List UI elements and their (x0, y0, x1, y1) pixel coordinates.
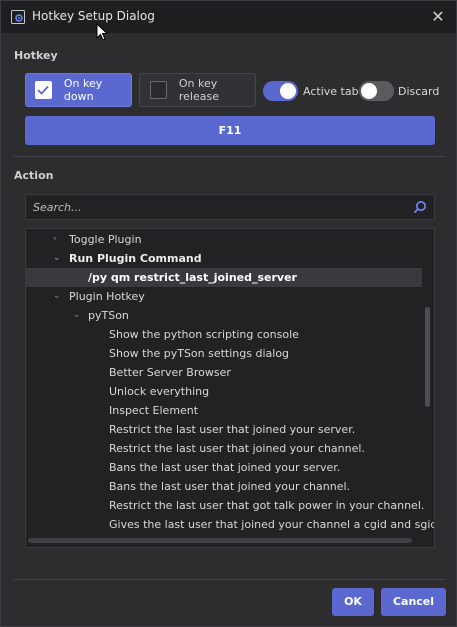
tree-item[interactable]: Restrict the last user that joined your … (26, 420, 422, 439)
search-input[interactable] (33, 199, 403, 215)
tree-item-label: Unlock everything (109, 385, 210, 398)
tree-item-label: Inspect Element (109, 404, 199, 417)
tree-item-label: Show the python scripting console (109, 328, 299, 341)
on-key-down-label: On key down (63, 77, 103, 103)
on-key-release-label: On key release (178, 77, 219, 103)
tree-item-label: Bans the last user that joined your chan… (109, 480, 351, 493)
switch-knob (280, 83, 296, 99)
on-key-release-toggle[interactable]: On key release (139, 73, 256, 107)
ok-button[interactable]: OK (332, 588, 374, 616)
section-divider (14, 156, 445, 157)
search-icon[interactable] (413, 200, 427, 214)
tree-item-label: Toggle Plugin (69, 233, 142, 246)
title-bar[interactable]: Hotkey Setup Dialog ✕ (1, 1, 456, 33)
gear-window-icon (11, 10, 25, 24)
tree-item[interactable]: Better Server Browser (26, 363, 422, 382)
tree-item[interactable]: Restrict the last user that joined your … (26, 439, 422, 458)
tree-item[interactable]: Inspect Element (26, 401, 422, 420)
action-tree[interactable]: › Toggle Plugin ⌄ Run Plugin Command/py qm … (25, 228, 435, 548)
chevron-down-icon[interactable]: ⌄ (53, 249, 61, 268)
tree-item-label: Bans the last user that joined your serv… (109, 461, 341, 474)
tree-item-label: Gives the last user that joined your cha… (109, 518, 435, 531)
tree-item-label: pyTSon (88, 309, 129, 322)
tree-item-label: Run Plugin Command (69, 252, 202, 265)
tree-item-label: Restrict the last user that joined your … (109, 423, 356, 436)
tree-item[interactable]: ⌄ pyTSon (26, 306, 422, 325)
cancel-button[interactable]: Cancel (381, 588, 446, 616)
tree-item-label: Restrict the last user that joined your … (109, 442, 365, 455)
tree-item[interactable]: /py qm restrict_last_joined_server (26, 268, 422, 287)
tree-item-label: /py qm restrict_last_joined_server (88, 271, 297, 284)
chevron-down-icon[interactable]: ⌄ (73, 306, 81, 325)
hotkey-section-label: Hotkey (14, 49, 58, 62)
tree-item[interactable]: Restrict the last user that got talk pow… (26, 496, 425, 515)
tree-item[interactable]: › Toggle Plugin (26, 230, 422, 249)
tree-item-label: Better Server Browser (109, 366, 231, 379)
discard-switch[interactable] (359, 81, 394, 101)
window-title: Hotkey Setup Dialog (32, 9, 155, 23)
mouse-cursor-icon (96, 23, 108, 41)
action-section-label: Action (14, 169, 54, 182)
checkmark-icon (37, 85, 50, 95)
hotkey-setup-dialog: Hotkey Setup Dialog ✕ Hotkey On key down… (0, 0, 457, 627)
tree-item-label: Restrict the last user that got talk pow… (109, 499, 425, 512)
tree-item[interactable]: Show the pyTSon settings dialog (26, 344, 422, 363)
tree-item[interactable]: Bans the last user that joined your serv… (26, 458, 422, 477)
scrollbar-thumb[interactable] (28, 538, 412, 543)
tree-item[interactable]: ⌄ Plugin Hotkey (26, 287, 422, 306)
on-key-down-toggle[interactable]: On key down (25, 73, 132, 107)
active-tab-label: Active tab (303, 85, 359, 98)
vertical-scrollbar[interactable] (424, 231, 432, 537)
chevron-down-icon[interactable]: ⌄ (53, 287, 61, 306)
tree-item[interactable]: Show the python scripting console (26, 325, 422, 344)
active-tab-switch[interactable] (263, 81, 298, 101)
tree-item-label: Plugin Hotkey (69, 290, 145, 303)
close-icon[interactable]: ✕ (426, 5, 450, 29)
on-key-down-checkbox[interactable] (35, 81, 52, 99)
hotkey-capture-button[interactable]: F11 (25, 116, 435, 145)
horizontal-scrollbar[interactable] (28, 538, 424, 544)
chevron-right-icon[interactable]: › (53, 230, 57, 249)
tree-item[interactable]: Bans the last user that joined your chan… (26, 477, 422, 496)
discard-label: Discard (398, 85, 440, 98)
switch-knob (361, 83, 377, 99)
footer-divider (14, 579, 445, 580)
tree-item-label: Show the pyTSon settings dialog (109, 347, 290, 360)
tree-item[interactable]: Unlock everything (26, 382, 422, 401)
on-key-release-checkbox[interactable] (150, 81, 167, 99)
tree-item[interactable]: Gives the last user that joined your cha… (26, 515, 434, 534)
scrollbar-thumb[interactable] (425, 307, 430, 407)
tree-item[interactable]: ⌄ Run Plugin Command (26, 249, 422, 268)
search-box[interactable] (25, 194, 435, 220)
